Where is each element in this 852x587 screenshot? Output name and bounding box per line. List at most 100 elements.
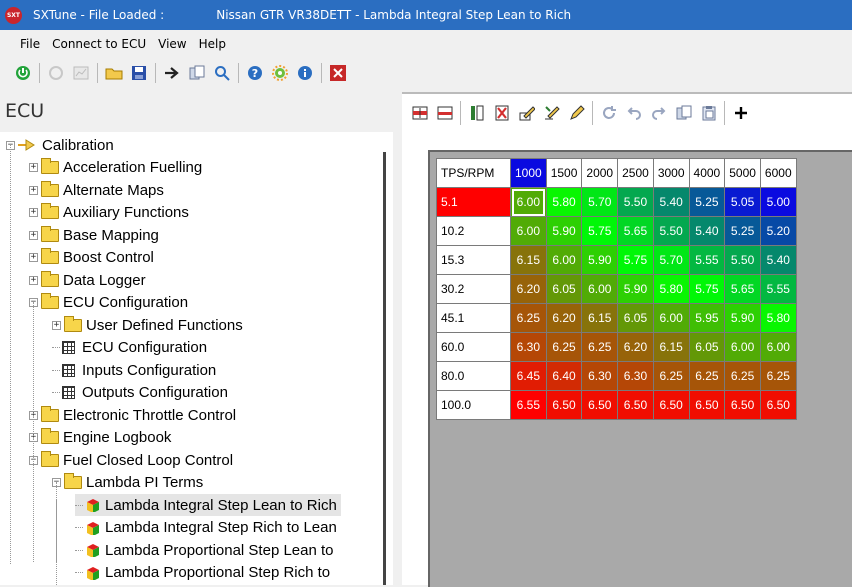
map-cell[interactable]: 6.05 [617, 303, 654, 333]
map-cell[interactable]: 6.50 [545, 390, 583, 420]
map-cell[interactable]: 6.00 [510, 187, 547, 217]
map-cell[interactable]: 6.55 [510, 390, 547, 420]
tree-item-map[interactable]: Lambda Integral Step Lean to Rich [75, 494, 341, 516]
tree-item-folder[interactable]: + Data Logger [29, 269, 146, 291]
tree-item-folder[interactable]: + Boost Control [29, 247, 154, 269]
save-icon[interactable] [130, 64, 148, 82]
map-cell[interactable]: 6.25 [688, 361, 726, 391]
map-cell[interactable]: 5.55 [759, 274, 797, 304]
tree-item-folder[interactable]: − Calibration [6, 134, 114, 156]
insert-row-icon[interactable] [410, 103, 430, 123]
help-icon[interactable]: ? [246, 64, 264, 82]
map-cell[interactable]: 5.80 [545, 187, 583, 217]
tree-item-table[interactable]: Inputs Configuration [52, 359, 216, 381]
map-row-header[interactable]: 80.0 [436, 361, 511, 391]
map-column-header[interactable]: 3000 [652, 158, 690, 188]
map-cell[interactable]: 5.75 [581, 216, 619, 246]
menu-connect[interactable]: Connect to ECU [46, 37, 152, 51]
map-cell[interactable]: 6.00 [510, 216, 547, 246]
map-column-header[interactable]: 4000 [688, 158, 726, 188]
map-row-header[interactable]: 30.2 [436, 274, 511, 304]
map-cell[interactable]: 6.40 [545, 361, 583, 391]
map-cell[interactable]: 6.00 [759, 332, 797, 362]
open-folder-icon[interactable] [105, 64, 123, 82]
power-icon[interactable] [14, 64, 32, 82]
map-cell[interactable]: 5.75 [617, 245, 654, 275]
map-cell[interactable]: 5.80 [759, 303, 797, 333]
tree-scrollbar[interactable] [383, 152, 386, 585]
map-cell[interactable]: 5.90 [545, 216, 583, 246]
expand-icon[interactable]: + [29, 230, 38, 240]
chart-icon[interactable] [72, 64, 90, 82]
map-row-header[interactable]: 10.2 [436, 216, 511, 246]
map-row-header[interactable]: 100.0 [436, 390, 511, 420]
map-cell[interactable]: 6.15 [652, 332, 690, 362]
copy-icon[interactable] [674, 103, 694, 123]
map-cell[interactable]: 6.05 [545, 274, 583, 304]
map-cell[interactable]: 5.90 [617, 274, 654, 304]
map-column-header[interactable]: 6000 [759, 158, 797, 188]
paste-icon[interactable] [699, 103, 719, 123]
map-cell[interactable]: 6.20 [510, 274, 547, 304]
map-column-header[interactable]: 2500 [617, 158, 654, 188]
map-cell[interactable]: 5.70 [652, 245, 690, 275]
map-cell[interactable]: 5.95 [688, 303, 726, 333]
map-cell[interactable]: 5.55 [688, 245, 726, 275]
map-cell[interactable]: 6.25 [581, 332, 619, 362]
tree-item-folder[interactable]: + User Defined Functions [52, 314, 243, 336]
disconnect-icon[interactable] [47, 64, 65, 82]
map-cell[interactable]: 5.90 [724, 303, 761, 333]
undo-icon[interactable] [624, 103, 644, 123]
map-cell[interactable]: 6.20 [545, 303, 583, 333]
map-cell[interactable]: 5.40 [652, 187, 690, 217]
map-cell[interactable]: 5.00 [759, 187, 797, 217]
tree-item-table[interactable]: Outputs Configuration [52, 382, 228, 404]
expand-icon[interactable]: + [29, 275, 38, 285]
panel-splitter[interactable] [393, 88, 402, 585]
edit-cells-icon[interactable] [517, 103, 537, 123]
map-cell[interactable]: 6.25 [759, 361, 797, 391]
map-cell[interactable]: 5.90 [581, 245, 619, 275]
tree-item-map[interactable]: Lambda Integral Step Rich to Lean [75, 517, 337, 539]
tree-item-folder[interactable]: + Electronic Throttle Control [29, 404, 236, 426]
map-cell[interactable]: 6.50 [652, 390, 690, 420]
send-icon[interactable] [163, 64, 181, 82]
map-cell[interactable]: 6.50 [617, 390, 654, 420]
search-icon[interactable] [213, 64, 231, 82]
map-row-header[interactable]: 5.1 [436, 187, 511, 217]
map-cell[interactable]: 6.30 [581, 361, 619, 391]
map-column-header[interactable]: 5000 [724, 158, 761, 188]
map-cell[interactable]: 6.50 [581, 390, 619, 420]
info-icon[interactable] [296, 64, 314, 82]
map-cell[interactable]: 6.50 [724, 390, 761, 420]
map-cell[interactable]: 5.40 [759, 245, 797, 275]
settings-icon[interactable] [271, 64, 289, 82]
map-cell[interactable]: 6.25 [724, 361, 761, 391]
map-cell[interactable]: 6.45 [510, 361, 547, 391]
menu-view[interactable]: View [152, 37, 192, 51]
map-cell[interactable]: 6.25 [652, 361, 690, 391]
map-cell[interactable]: 6.05 [688, 332, 726, 362]
tree-item-folder[interactable]: − Lambda PI Terms [52, 472, 203, 494]
map-cell[interactable]: 6.50 [759, 390, 797, 420]
map-row-header[interactable]: 60.0 [436, 332, 511, 362]
map-cell[interactable]: 6.00 [581, 274, 619, 304]
map-cell[interactable]: 5.50 [724, 245, 761, 275]
refresh-icon[interactable] [599, 103, 619, 123]
map-cell[interactable]: 5.80 [652, 274, 690, 304]
expand-icon[interactable]: + [52, 320, 61, 330]
map-cell[interactable]: 6.20 [617, 332, 654, 362]
tree-item-folder[interactable]: + Alternate Maps [29, 179, 164, 201]
plus-icon[interactable] [731, 103, 751, 123]
map-cell[interactable]: 6.30 [617, 361, 654, 391]
edit-range-icon[interactable] [542, 103, 562, 123]
tree-item-table[interactable]: ECU Configuration [52, 337, 207, 359]
map-cell[interactable]: 5.25 [688, 187, 726, 217]
expand-icon[interactable]: + [29, 163, 38, 172]
expand-icon[interactable]: + [29, 253, 38, 262]
tree-item-map[interactable]: Lambda Proportional Step Rich to [75, 562, 330, 584]
map-column-header[interactable]: 1500 [545, 158, 583, 188]
pencil-icon[interactable] [567, 103, 587, 123]
map-cell[interactable]: 6.00 [652, 303, 690, 333]
expand-icon[interactable]: + [29, 208, 38, 217]
